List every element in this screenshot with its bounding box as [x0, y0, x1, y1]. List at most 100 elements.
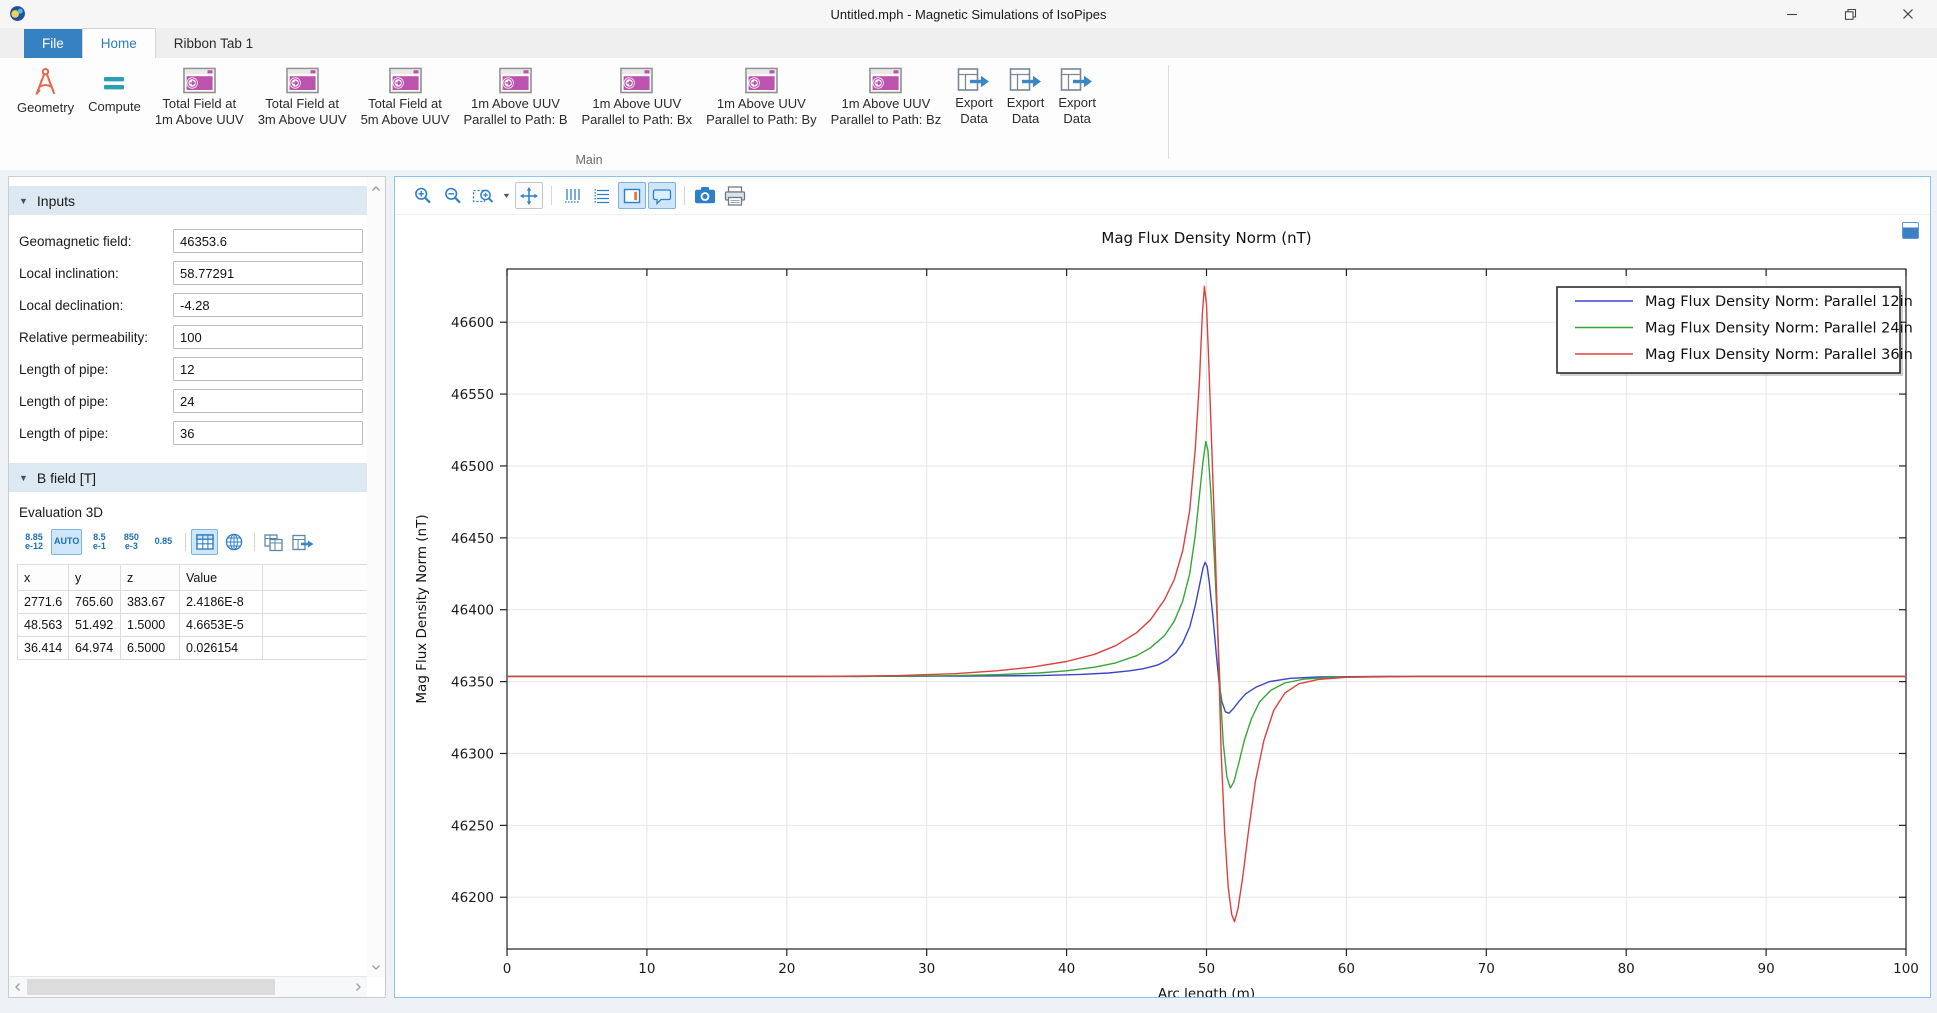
- format-button-8-85[interactable]: 8.85e-12: [19, 529, 49, 555]
- input-field-geomagnetic-field-0[interactable]: [173, 229, 363, 253]
- table-row[interactable]: 48.56351.4921.50004.6653E-5: [18, 614, 368, 637]
- table-header-cell[interactable]: Value: [180, 565, 263, 591]
- scroll-left-icon[interactable]: [9, 977, 27, 997]
- format-button-8-5[interactable]: 8.5e-1: [84, 529, 114, 555]
- collapse-triangle-icon: ▼: [19, 196, 28, 206]
- equals-icon: [98, 66, 130, 98]
- graphics-panel: 0102030405060708090100462004625046300463…: [394, 176, 1931, 998]
- tab-ribbon-tab-1[interactable]: Ribbon Tab 1: [156, 29, 271, 58]
- camera-button[interactable]: [691, 182, 719, 209]
- window-run-icon: [182, 66, 217, 95]
- table-header-cell[interactable]: x: [18, 565, 69, 591]
- ribbon-button-total-field-at-5m-above-uuv-4[interactable]: Total Field at5m Above UUV: [354, 64, 457, 129]
- ribbon-button-total-field-at-1m-above-uuv-2[interactable]: Total Field at1m Above UUV: [148, 64, 251, 129]
- ribbon-button-1m-above-uuv-parallel-to-path-bz-8[interactable]: 1m Above UUVParallel to Path: Bz: [824, 64, 949, 129]
- horizontal-scrollbar[interactable]: [9, 976, 367, 997]
- scroll-up-icon[interactable]: [370, 182, 382, 194]
- tooltip-toggle-button[interactable]: [648, 182, 676, 209]
- zoom-box-icon: [472, 186, 494, 206]
- zoom-box-button[interactable]: [469, 182, 497, 209]
- input-label: Length of pipe:: [19, 362, 173, 377]
- x-tick-label: 70: [1478, 961, 1495, 977]
- ribbon-button-compute-1[interactable]: Compute: [81, 64, 148, 117]
- legend-toggle-button[interactable]: [618, 182, 646, 209]
- y-tick-label: 46450: [451, 531, 494, 547]
- ribbon-button-1m-above-uuv-parallel-to-path-by-7[interactable]: 1m Above UUVParallel to Path: By: [699, 64, 824, 129]
- input-row-length-of-pipe-4: Length of pipe:: [9, 353, 367, 385]
- input-field-local-declination-2[interactable]: [173, 293, 363, 317]
- minimize-button[interactable]: [1763, 0, 1821, 28]
- input-field-local-inclination-1[interactable]: [173, 261, 363, 285]
- chart-title: Mag Flux Density Norm (nT): [1101, 229, 1311, 247]
- ribbon-button-total-field-at-3m-above-uuv-3[interactable]: Total Field at3m Above UUV: [251, 64, 354, 129]
- input-label: Local declination:: [19, 298, 173, 313]
- caret-down-button[interactable]: [499, 183, 513, 208]
- copy-table-button[interactable]: [260, 529, 287, 555]
- tooltip-toggle-icon: [652, 186, 672, 206]
- ribbon-button-label: ExportData: [1007, 95, 1045, 126]
- legend-entry-label: Mag Flux Density Norm: Parallel 12in: [1645, 294, 1913, 310]
- format-button-auto[interactable]: AUTO: [51, 529, 82, 555]
- input-field-relative-permeability-3[interactable]: [173, 325, 363, 349]
- y-grid-button[interactable]: [588, 182, 616, 209]
- inputs-section-header[interactable]: ▼ Inputs: [9, 186, 367, 215]
- input-label: Relative permeability:: [19, 330, 173, 345]
- input-label: Length of pipe:: [19, 394, 173, 409]
- ribbon-button-1m-above-uuv-parallel-to-path-b-5[interactable]: 1m Above UUVParallel to Path: B: [456, 64, 574, 129]
- zoom-in-icon: [413, 186, 433, 206]
- zoom-out-button[interactable]: [439, 182, 467, 209]
- ribbon-button-export-data-11[interactable]: ExportData: [1051, 64, 1103, 128]
- ribbon-button-export-data-10[interactable]: ExportData: [1000, 64, 1052, 128]
- y-tick-label: 46300: [451, 746, 494, 762]
- format-button-text: 0.85: [155, 537, 173, 547]
- table-row[interactable]: 2771.6765.60383.672.4186E-8: [18, 591, 368, 614]
- close-button[interactable]: [1879, 0, 1937, 28]
- scrollbar-thumb[interactable]: [27, 979, 275, 995]
- x-tick-label: 0: [503, 961, 512, 977]
- y-tick-label: 46200: [451, 890, 494, 906]
- format-button-850[interactable]: 850e-3: [116, 529, 146, 555]
- print-button[interactable]: [721, 182, 749, 209]
- bfield-section-header[interactable]: ▼ B field [T]: [9, 463, 367, 492]
- tab-file[interactable]: File: [24, 29, 82, 58]
- restore-button[interactable]: [1821, 0, 1879, 28]
- ribbon-button-geometry-0[interactable]: Geometry: [10, 64, 81, 118]
- table-cell: 6.5000: [121, 637, 180, 660]
- x-tick-label: 50: [1198, 961, 1215, 977]
- x-grid-button[interactable]: [558, 182, 586, 209]
- export-table-button[interactable]: [289, 529, 316, 555]
- export-data-icon: [1008, 66, 1044, 94]
- zoom-extents-button[interactable]: [515, 182, 543, 209]
- tab-home[interactable]: Home: [82, 28, 156, 59]
- table-header-cell[interactable]: y: [69, 565, 121, 591]
- ribbon-button-label: Total Field at3m Above UUV: [258, 96, 347, 127]
- caret-down-icon: [502, 191, 511, 200]
- scroll-right-icon[interactable]: [349, 977, 367, 997]
- table-cell: 48.563: [18, 614, 69, 637]
- inputs-section-title: Inputs: [37, 193, 75, 209]
- ribbon-group-separator: [1168, 65, 1169, 159]
- copy-table-icon: [263, 533, 284, 552]
- table-header-cell[interactable]: z: [121, 565, 180, 591]
- format-button-0-85[interactable]: 0.85: [148, 529, 178, 555]
- evaluation-label: Evaluation 3D: [19, 505, 367, 520]
- input-row-length-of-pipe-6: Length of pipe:: [9, 417, 367, 449]
- table-cell: [263, 637, 368, 660]
- table-button[interactable]: [191, 529, 218, 555]
- ribbon-button-1m-above-uuv-parallel-to-path-bx-6[interactable]: 1m Above UUVParallel to Path: Bx: [575, 64, 700, 129]
- content-area: ▼ Inputs Geomagnetic field:Local inclina…: [0, 170, 1937, 1013]
- y-tick-label: 46250: [451, 818, 494, 834]
- scroll-down-icon[interactable]: [370, 960, 382, 972]
- vertical-scrollbar[interactable]: [367, 177, 385, 977]
- input-field-length-of-pipe-4[interactable]: [173, 357, 363, 381]
- scrollbar-track[interactable]: [27, 977, 349, 997]
- input-label: Length of pipe:: [19, 426, 173, 441]
- x-tick-label: 20: [778, 961, 795, 977]
- zoom-in-button[interactable]: [409, 182, 437, 209]
- input-field-length-of-pipe-6[interactable]: [173, 421, 363, 445]
- chart-legend[interactable]: Mag Flux Density Norm: Parallel 12inMag …: [1557, 287, 1913, 376]
- globe-button[interactable]: [220, 529, 247, 555]
- input-field-length-of-pipe-5[interactable]: [173, 389, 363, 413]
- ribbon-button-export-data-9[interactable]: ExportData: [948, 64, 1000, 128]
- table-row[interactable]: 36.41464.9746.50000.026154: [18, 637, 368, 660]
